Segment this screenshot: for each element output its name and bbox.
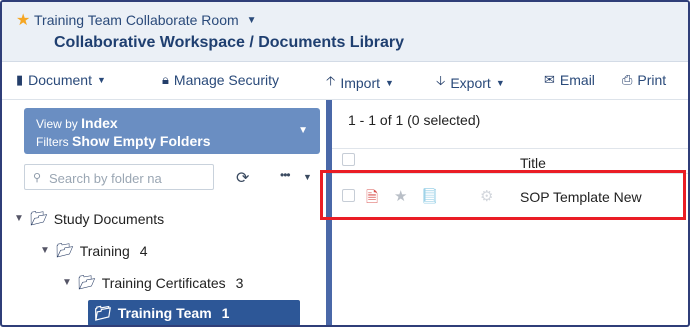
folder-open-icon: 📂︎ <box>55 242 74 258</box>
caret-down-icon: ▼ <box>246 14 257 26</box>
view-by-prefix: View by <box>36 117 78 131</box>
tree-item-label: Training <box>79 242 130 259</box>
filters-value: Show Empty Folders <box>72 133 211 149</box>
email-button[interactable]: ✉ Email <box>544 72 595 88</box>
tree-item-count: 1 <box>221 305 230 321</box>
email-label: Email <box>559 72 595 88</box>
printer-icon: ⎙ <box>622 72 633 87</box>
app-frame: ★ Training Team Collaborate Room ▼ Colla… <box>0 0 690 327</box>
filters-prefix: Filters <box>36 135 69 149</box>
folder-search-input[interactable] <box>49 169 209 187</box>
tree-item-study-documents[interactable]: ▼ 📂︎ Study Documents <box>14 210 164 227</box>
sidebar: View by Index Filters Show Empty Folders… <box>14 102 320 325</box>
import-menu-button[interactable]: 🡡 Import ▼ <box>326 72 394 94</box>
room-selector[interactable]: Training Team Collaborate Room ▼ <box>34 12 257 28</box>
search-icon: ⚲ <box>33 172 42 184</box>
arrow-down-icon: 🡣 <box>436 73 446 88</box>
column-header-title[interactable]: Title <box>520 155 546 171</box>
expand-caret-icon[interactable]: ▼ <box>14 213 24 224</box>
tree-item-label: Study Documents <box>53 210 165 227</box>
document-label: Document <box>28 72 92 88</box>
import-label: Import <box>340 75 381 91</box>
print-button[interactable]: ⎙ Print <box>622 72 666 88</box>
tree-item-count: 3 <box>235 274 244 291</box>
highlight-annotation-box <box>320 170 686 220</box>
refresh-icon[interactable]: ⟳ <box>236 168 249 188</box>
view-by-value: Index <box>81 115 118 131</box>
view-by-dropdown[interactable]: View by Index Filters Show Empty Folders… <box>24 108 320 154</box>
export-menu-button[interactable]: 🡣 Export ▼ <box>436 72 505 94</box>
tree-item-count: 4 <box>139 242 148 259</box>
expand-caret-icon[interactable]: ▼ <box>62 277 72 288</box>
caret-down-icon: ▼ <box>385 78 394 88</box>
tree-item-training-certificates[interactable]: ▼ 📂︎ Training Certificates 3 <box>62 274 243 291</box>
folder-open-icon: 📂︎ <box>77 274 96 290</box>
document-menu-button[interactable]: ▮ Document ▼ <box>16 72 106 88</box>
envelope-icon: ✉ <box>544 72 555 87</box>
filters-line: Filters Show Empty Folders <box>36 133 210 149</box>
selection-count: 1 - 1 of 1 (0 selected) <box>348 112 481 128</box>
expand-caret-icon[interactable]: ▼ <box>40 245 50 256</box>
caret-down-icon: ▼ <box>495 78 505 88</box>
folder-search-box: ⚲ <box>24 164 214 190</box>
room-name: Training Team Collaborate Room <box>34 12 239 28</box>
more-options-icon[interactable]: ••• <box>280 168 291 182</box>
view-by-line: View by Index <box>36 115 118 131</box>
manage-security-label: Manage Security <box>173 72 279 88</box>
lock-icon: 🔒︎ <box>162 72 169 87</box>
arrow-up-icon: 🡡 <box>326 73 336 88</box>
tree-item-label: Training Certificates <box>101 274 226 291</box>
caret-down-icon[interactable]: ▼ <box>303 172 312 182</box>
tree-item-training[interactable]: ▼ 📂︎ Training 4 <box>40 242 148 259</box>
star-icon[interactable]: ★ <box>16 10 30 30</box>
page-header: ★ Training Team Collaborate Room ▼ Colla… <box>2 2 688 62</box>
folder-icon: 📁︎ <box>94 304 112 321</box>
print-label: Print <box>637 72 667 88</box>
folder-open-icon: 📂︎ <box>29 210 48 226</box>
caret-down-icon: ▼ <box>298 125 308 136</box>
breadcrumb: Collaborative Workspace / Documents Libr… <box>54 34 405 51</box>
toolbar: ▮ Document ▼ 🔒︎ Manage Security 🡡 Import… <box>2 62 688 100</box>
manage-security-button[interactable]: 🔒︎ Manage Security <box>162 72 279 88</box>
select-all-checkbox[interactable] <box>342 153 355 166</box>
tree-item-training-team[interactable]: 📁︎ Training Team 1 <box>88 300 300 325</box>
export-label: Export <box>450 75 491 91</box>
file-icon: ▮ <box>16 72 24 87</box>
tree-item-label: Training Team <box>117 305 212 321</box>
caret-down-icon: ▼ <box>96 75 106 85</box>
